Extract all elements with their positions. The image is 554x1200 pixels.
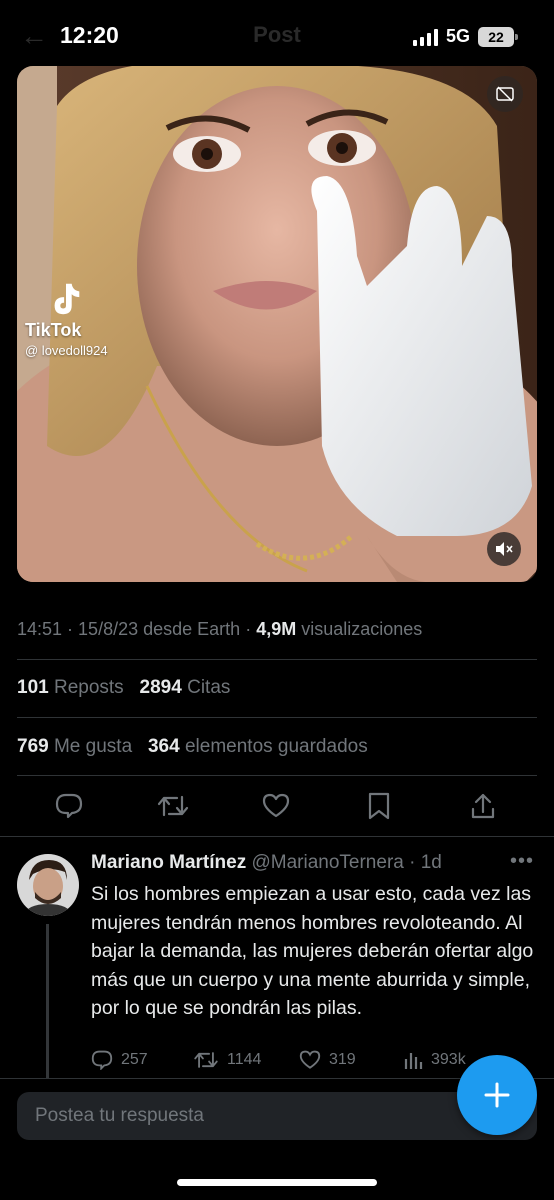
reply-text: Si los hombres empiezan a usar esto, cad… bbox=[91, 883, 534, 1019]
network-label: 5G bbox=[445, 26, 470, 46]
likes-label: Me gusta bbox=[53, 736, 133, 757]
post-video[interactable]: TikTok @ lovedoll924 bbox=[17, 66, 537, 582]
divider bbox=[17, 775, 537, 776]
quotes-stat[interactable]: 2894 Citas bbox=[140, 677, 231, 698]
battery-level: 22 bbox=[488, 28, 504, 45]
reply-icon bbox=[55, 793, 83, 819]
post-time: 14:51 bbox=[17, 619, 63, 639]
captions-icon bbox=[496, 86, 514, 102]
retweet-icon bbox=[194, 1052, 218, 1068]
reposts-stat[interactable]: 101 Reposts bbox=[17, 677, 124, 698]
reply-button[interactable] bbox=[53, 790, 85, 822]
status-time: 12:20 bbox=[60, 22, 119, 48]
repost-button[interactable] bbox=[157, 790, 189, 822]
thread-line bbox=[46, 924, 49, 1084]
signal-icon bbox=[412, 28, 438, 46]
retweet-icon bbox=[157, 795, 189, 817]
tiktok-handle: @ lovedoll924 bbox=[25, 343, 108, 358]
post-actions bbox=[17, 790, 537, 826]
repost-count: 1144 bbox=[227, 1051, 262, 1068]
likes-count: 769 bbox=[17, 736, 49, 757]
views-count-reply: 393k bbox=[431, 1051, 466, 1068]
post-meta: 14:51 · 15/8/23 desde Earth · 4,9M visua… bbox=[17, 619, 423, 639]
bookmarks-stat[interactable]: 364 elementos guardados bbox=[148, 736, 368, 757]
reply-author-handle[interactable]: @MarianoTernera bbox=[251, 852, 403, 873]
tiktok-brand: TikTok bbox=[25, 320, 82, 340]
battery-icon: 22 bbox=[478, 26, 518, 47]
reply-like-button[interactable]: 319 bbox=[299, 1050, 356, 1070]
home-indicator[interactable] bbox=[177, 1179, 377, 1186]
tiktok-watermark: TikTok @ lovedoll924 bbox=[25, 280, 108, 358]
like-icon bbox=[299, 1050, 321, 1069]
bookmark-button[interactable] bbox=[363, 790, 395, 822]
reply-time: 1d bbox=[420, 852, 442, 873]
reply-header: Mariano Martínez @MarianoTernera · 1d bbox=[91, 852, 442, 874]
bookmark-icon bbox=[368, 792, 390, 820]
post-date: 15/8/23 bbox=[78, 619, 139, 639]
reply-count: 257 bbox=[121, 1051, 148, 1068]
avatar-image bbox=[17, 854, 79, 916]
mute-icon bbox=[496, 542, 513, 556]
quotes-count: 2894 bbox=[139, 677, 182, 698]
stats-row-likes: 769 Me gusta 364 elementos guardados bbox=[17, 736, 368, 758]
captions-button[interactable] bbox=[487, 76, 523, 112]
reply-author-name[interactable]: Mariano Martínez bbox=[91, 852, 246, 873]
stats-row-reposts: 101 Reposts 2894 Citas bbox=[17, 677, 230, 699]
bookmarks-count: 364 bbox=[147, 736, 180, 757]
divider bbox=[0, 836, 554, 837]
like-button[interactable] bbox=[260, 790, 292, 822]
more-options-icon[interactable]: ••• bbox=[510, 850, 534, 873]
compose-button[interactable] bbox=[457, 1055, 537, 1135]
share-button[interactable] bbox=[467, 790, 499, 822]
divider bbox=[17, 717, 537, 718]
share-icon bbox=[471, 793, 495, 819]
separator-dot: · bbox=[409, 852, 416, 873]
quotes-label: Citas bbox=[187, 677, 231, 698]
avatar[interactable] bbox=[17, 854, 79, 916]
tiktok-logo-icon bbox=[54, 283, 80, 315]
plus-icon bbox=[484, 1082, 510, 1108]
reposts-count: 101 bbox=[17, 677, 49, 698]
divider bbox=[17, 659, 537, 660]
bookmarks-label: elementos guardados bbox=[184, 736, 368, 757]
reply-reply-button[interactable]: 257 bbox=[91, 1050, 148, 1070]
like-icon bbox=[262, 793, 290, 818]
reposts-label: Reposts bbox=[53, 677, 124, 698]
mute-button[interactable] bbox=[487, 532, 521, 566]
likes-stat[interactable]: 769 Me gusta bbox=[17, 736, 132, 757]
views-label: visualizaciones bbox=[301, 619, 423, 639]
reply-repost-button[interactable]: 1144 bbox=[193, 1050, 261, 1070]
reply-views-button[interactable]: 393k bbox=[403, 1050, 466, 1070]
views-icon bbox=[404, 1053, 423, 1069]
reply-icon bbox=[91, 1050, 113, 1070]
status-bar: ← Post 12:20 5G 22 bbox=[0, 0, 554, 70]
post-source: desde Earth bbox=[143, 619, 241, 639]
views-count: 4,9M bbox=[256, 619, 297, 639]
like-count: 319 bbox=[329, 1051, 356, 1068]
status-indicators: 5G 22 bbox=[412, 26, 518, 47]
